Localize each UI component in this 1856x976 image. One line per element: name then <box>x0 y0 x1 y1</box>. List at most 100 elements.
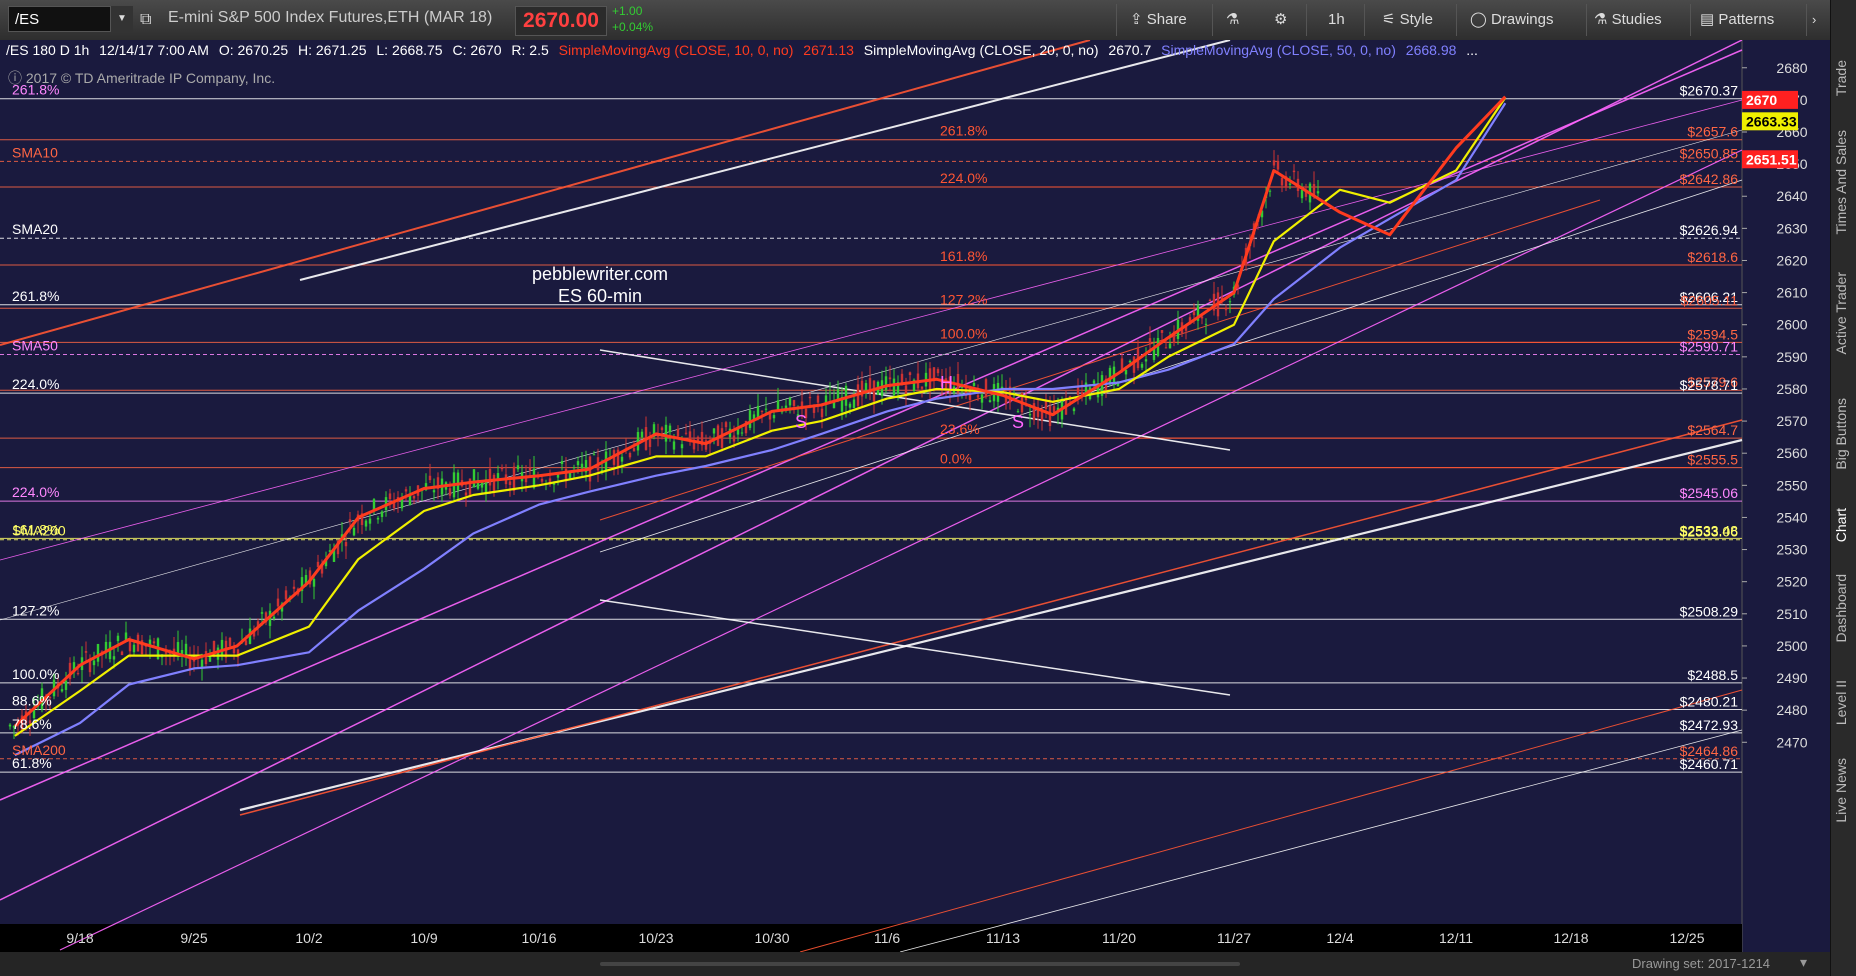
bar-close: C: 2670 <box>452 42 502 58</box>
candle-body <box>500 467 504 470</box>
bar-range: R: 2.5 <box>511 42 549 58</box>
symbol-dropdown-icon[interactable]: ▼ <box>110 6 133 32</box>
price-level-label: $2670.37 <box>1680 83 1739 99</box>
side-tab-big-buttons[interactable]: Big Buttons <box>1833 398 1849 470</box>
more-indicator[interactable]: ... <box>1466 42 1478 58</box>
studies-button[interactable]: ⚗ Studies <box>1594 8 1662 32</box>
candle-body <box>660 427 664 431</box>
chevron-right-icon[interactable]: › <box>1812 8 1816 32</box>
left-level-label: 88.6% <box>12 692 52 708</box>
candle-body <box>1280 177 1284 186</box>
candle-body <box>816 395 820 403</box>
candle-body <box>576 461 580 466</box>
candle-body <box>648 439 652 447</box>
candle-body <box>408 495 412 505</box>
price-level-label: $2460.71 <box>1680 756 1739 772</box>
y-tick-label: 2620 <box>1776 252 1807 268</box>
candle-body <box>844 385 848 406</box>
studies-icon: ⚗ <box>1594 11 1612 28</box>
horizontal-scrollbar[interactable] <box>600 962 1240 966</box>
candle-body <box>1144 359 1148 362</box>
candle-body <box>1084 382 1088 393</box>
candle-body <box>892 378 896 396</box>
side-tab-dashboard[interactable]: Dashboard <box>1833 574 1849 643</box>
candle-body <box>472 469 476 488</box>
y-tick-label: 2640 <box>1776 188 1807 204</box>
candle-body <box>976 395 980 398</box>
bar-date: 12/14/17 7:00 AM <box>99 42 209 58</box>
candle-body <box>740 432 744 434</box>
candle-body <box>1108 367 1112 384</box>
fib-label: 0.0% <box>940 451 972 467</box>
candle-body <box>1072 408 1076 412</box>
patterns-button[interactable]: ▤ Patterns <box>1700 8 1774 32</box>
y-tick-label: 2500 <box>1776 638 1807 654</box>
share-button[interactable]: ⇪ Share <box>1130 8 1187 32</box>
candle-body <box>372 499 376 510</box>
price-level-label: $2472.93 <box>1680 717 1739 733</box>
candle-body <box>432 490 436 493</box>
x-tick-label: 11/13 <box>986 930 1020 946</box>
candle-body <box>640 431 644 438</box>
candle-body <box>348 519 352 522</box>
candle-body <box>820 408 824 418</box>
gear-icon[interactable]: ⚙ <box>1274 8 1287 32</box>
candle-body <box>492 474 496 493</box>
candle-body <box>380 511 384 517</box>
candle-body <box>260 612 264 614</box>
price-change: +1.00 <box>612 4 643 18</box>
candle-body <box>8 724 12 727</box>
candle-body <box>120 651 124 655</box>
left-level-label: SMA20 <box>12 221 58 237</box>
fib-label: 23.6% <box>940 421 980 437</box>
current-price-tag-label: 2651.51 <box>1746 151 1797 167</box>
price-level-label: $2508.29 <box>1680 603 1739 619</box>
candle-body <box>228 637 232 647</box>
candle-body <box>988 400 992 403</box>
copyright-text: ⓘ 2017 © TD Ameritrade IP Company, Inc. <box>8 70 276 86</box>
candle-body <box>1204 323 1208 325</box>
candle-body <box>244 640 248 646</box>
link-icon[interactable]: ⧉ <box>140 8 151 32</box>
price-change-pct: +0.04% <box>612 20 654 34</box>
candle-body <box>216 647 220 660</box>
drawings-button[interactable]: ◯ Drawings <box>1470 8 1554 32</box>
candle-body <box>732 435 736 442</box>
left-level-label: 261.8% <box>12 288 59 304</box>
flask-icon[interactable]: ⚗ <box>1226 8 1239 32</box>
price-level-label: $2578.71 <box>1680 377 1739 393</box>
candle-body <box>636 432 640 451</box>
bar-low: L: 2668.75 <box>376 42 443 58</box>
candle-body <box>1208 299 1212 302</box>
date-axis <box>0 924 1742 952</box>
candle-body <box>1140 364 1144 368</box>
side-tab-live-news[interactable]: Live News <box>1833 758 1849 823</box>
side-tab-level-ii[interactable]: Level II <box>1833 680 1849 725</box>
candle-body <box>188 659 192 669</box>
price-chart[interactable]: $2670.37 $2657.6 $2650.85 $2642.86 $2626.94 $… <box>0 40 1830 952</box>
candle-body <box>456 472 460 491</box>
candle-body <box>60 689 64 692</box>
candle-body <box>864 383 868 391</box>
candle-body <box>1228 301 1232 303</box>
left-level-label: SMA200 <box>12 523 66 539</box>
candle-body <box>404 489 408 492</box>
side-tab-chart[interactable]: Chart <box>1833 508 1849 542</box>
style-button[interactable]: ⚟ Style <box>1382 8 1433 32</box>
drawings-icon: ◯ <box>1470 11 1491 28</box>
drawing-set-dropdown-icon[interactable]: ▾ <box>1800 954 1807 971</box>
timeframe-button[interactable]: 1h <box>1328 8 1345 32</box>
candle-body <box>792 400 796 406</box>
candle-body <box>664 424 668 442</box>
side-tab-active-trader[interactable]: Active Trader <box>1833 272 1849 354</box>
candle-body <box>368 518 372 524</box>
candle-body <box>632 448 636 452</box>
pattern-letter: S <box>1012 412 1024 432</box>
price-level-label: $2533.06 <box>1680 524 1739 540</box>
y-tick-label: 2510 <box>1776 606 1807 622</box>
side-tab-times-and-sales[interactable]: Times And Sales <box>1833 130 1849 235</box>
candle-body <box>376 517 380 520</box>
candle-body <box>980 394 984 403</box>
candle-body <box>1168 343 1172 349</box>
side-tab-trade[interactable]: Trade <box>1833 60 1849 96</box>
